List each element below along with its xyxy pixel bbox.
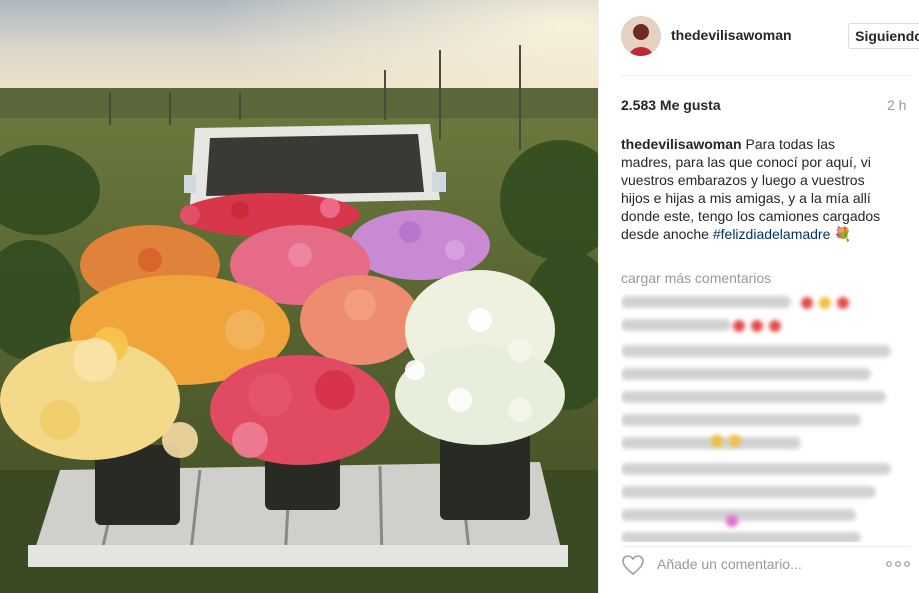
- divider: [621, 75, 911, 76]
- following-button[interactable]: Siguiendo: [848, 23, 919, 49]
- hashtag-link[interactable]: #felizdiadelamadre: [713, 226, 831, 242]
- like-heart-icon[interactable]: [621, 553, 645, 577]
- bouquet-emoji: 💐: [834, 226, 852, 242]
- footer-divider: [621, 546, 911, 547]
- post-photo[interactable]: [0, 0, 598, 593]
- load-more-comments-link[interactable]: cargar más comentarios: [621, 270, 771, 286]
- add-comment-input[interactable]: [657, 552, 857, 576]
- blurred-comments: [621, 292, 911, 542]
- caption-username[interactable]: thedevilisawoman: [621, 136, 742, 152]
- avatar[interactable]: [621, 16, 661, 56]
- more-options-icon[interactable]: [885, 556, 911, 572]
- username[interactable]: thedevilisawoman: [671, 27, 792, 43]
- post-header: thedevilisawoman Siguiendo: [621, 14, 919, 58]
- post-side-panel: thedevilisawoman Siguiendo 2.583 Me gust…: [598, 0, 919, 593]
- likes-count[interactable]: 2.583 Me gusta: [621, 97, 721, 113]
- post-time[interactable]: 2 h: [887, 97, 906, 113]
- post-caption: thedevilisawoman Para todas las madres, …: [621, 135, 889, 243]
